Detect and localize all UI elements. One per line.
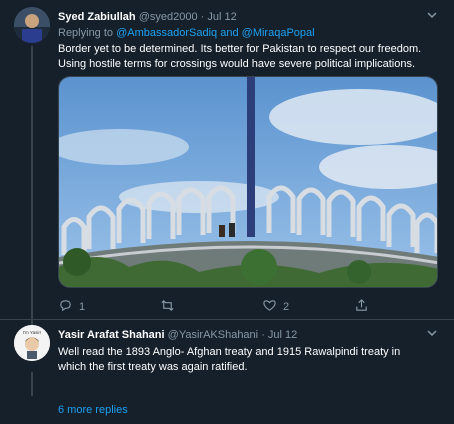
handle[interactable]: @YasirAKShahani: [168, 329, 258, 341]
retweet-button[interactable]: [160, 298, 181, 316]
show-more-replies-link[interactable]: 6 more replies: [58, 404, 128, 416]
handle[interactable]: @syed2000: [139, 11, 198, 23]
like-icon: [262, 298, 277, 316]
reply-count: 1: [79, 301, 86, 313]
tweet-text: Border yet to be determined. Its better …: [58, 43, 422, 70]
avatar[interactable]: I'm Yasir!: [14, 325, 50, 361]
tweet-photo[interactable]: [58, 76, 438, 288]
reply-button[interactable]: 1: [58, 298, 85, 316]
mention-link[interactable]: @AmbassadorSadiq: [116, 27, 217, 39]
replying-to: Replying to @AmbassadorSadiq and @Miraqa…: [58, 27, 315, 39]
share-icon: [354, 298, 369, 316]
display-name[interactable]: Yasir Arafat Shahani: [58, 329, 165, 341]
thread-connector: [31, 372, 33, 396]
tweet-text: Well read the 1893 Anglo- Afghan treaty …: [58, 346, 401, 373]
like-count: 2: [283, 301, 290, 313]
retweet-icon: [160, 298, 175, 316]
timestamp[interactable]: Jul 12: [207, 11, 236, 23]
separator: ·: [200, 11, 205, 23]
share-button[interactable]: [354, 298, 369, 316]
avatar[interactable]: [14, 7, 50, 43]
like-button[interactable]: 2: [262, 298, 289, 316]
avatar-caption: I'm Yasir!: [23, 330, 41, 335]
display-name[interactable]: Syed Zabiullah: [58, 11, 136, 23]
divider: [0, 319, 454, 320]
chevron-down-icon[interactable]: [426, 327, 438, 342]
mention-link[interactable]: @MiraqaPopal: [242, 27, 315, 39]
reply-icon: [58, 298, 73, 316]
thread-connector: [31, 46, 33, 326]
chevron-down-icon[interactable]: [426, 9, 438, 24]
separator: ·: [261, 329, 265, 341]
tweet-header: Yasir Arafat Shahani @YasirAKShahani · J…: [58, 329, 297, 341]
tweet-actions: 1 2: [58, 298, 367, 316]
timestamp[interactable]: Jul 12: [268, 329, 297, 341]
tweet-header: Syed Zabiullah @syed2000 · Jul 12: [58, 11, 237, 23]
